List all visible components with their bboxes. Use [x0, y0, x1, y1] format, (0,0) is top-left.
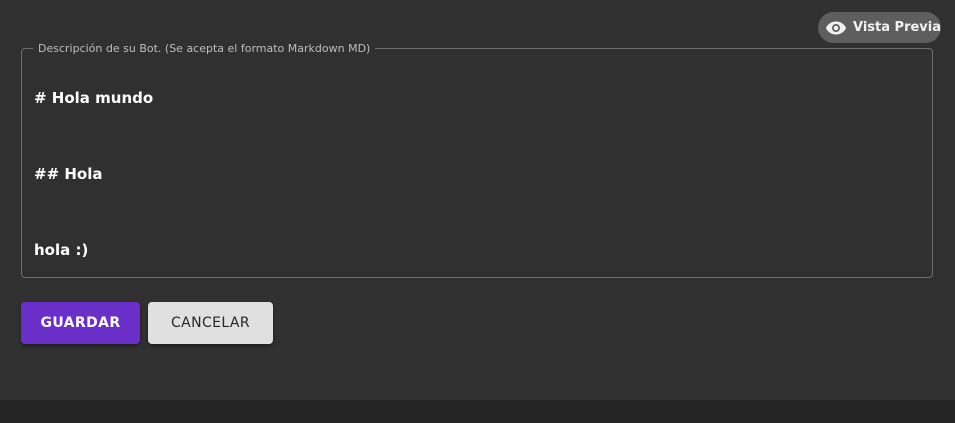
description-label: Descripción de su Bot. (Se acepta el for… — [38, 42, 371, 55]
description-textarea[interactable] — [34, 79, 914, 274]
clipped-previous-content — [120, 0, 400, 4]
eye-icon — [825, 20, 847, 36]
bot-description-editor: Vista Previa Descripción de su Bot. (Se … — [0, 0, 955, 423]
preview-button[interactable]: Vista Previa — [818, 12, 941, 43]
preview-button-label: Vista Previa — [853, 20, 941, 35]
footer-bar — [0, 400, 955, 423]
save-button[interactable]: GUARDAR — [21, 302, 140, 344]
cancel-button[interactable]: CANCELAR — [148, 302, 273, 344]
description-field: Descripción de su Bot. (Se acepta el for… — [21, 42, 933, 278]
